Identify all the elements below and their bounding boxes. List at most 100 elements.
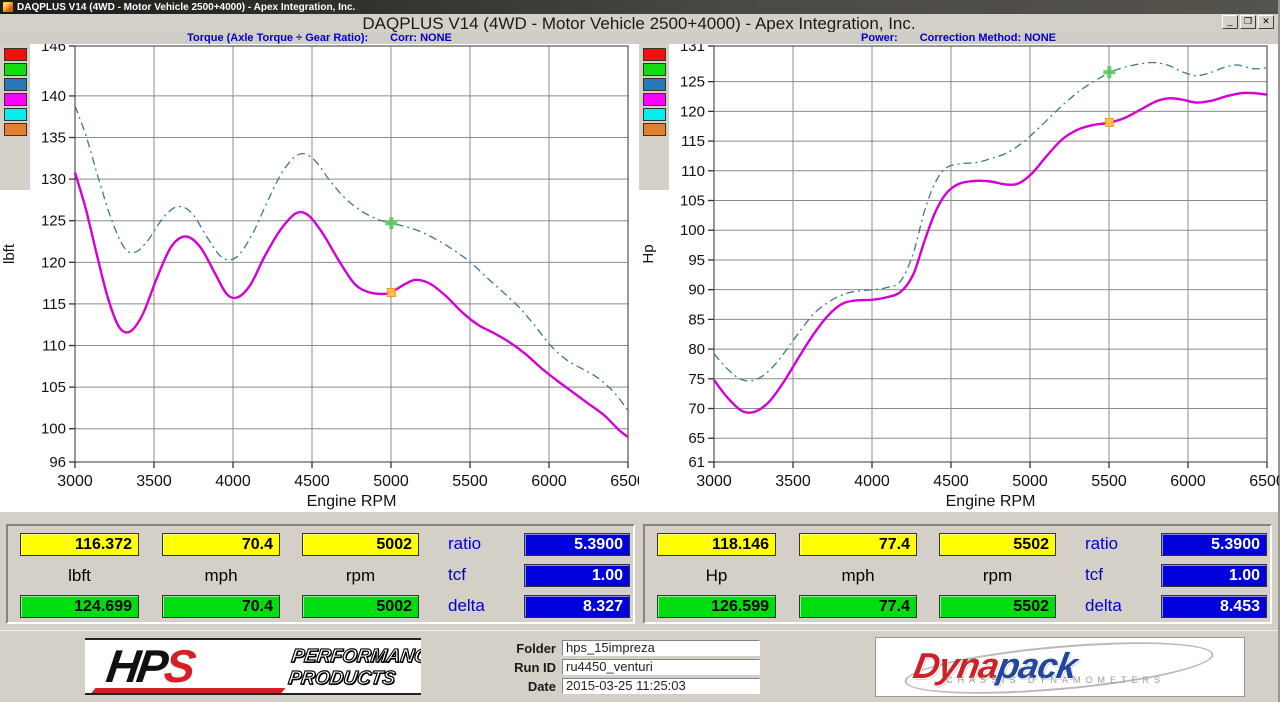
svg-text:100: 100 — [41, 421, 66, 438]
date-label: Date — [432, 679, 562, 694]
svg-text:5000: 5000 — [373, 473, 409, 490]
readout-panels-row: 116.372 70.4 5002 lbft mph rpm 124.699 7… — [0, 512, 1278, 630]
delta-value-box: 8.453 — [1161, 595, 1267, 618]
svg-text:140: 140 — [41, 88, 66, 105]
svg-text:80: 80 — [688, 341, 705, 358]
svg-text:lbft: lbft — [1, 243, 18, 264]
footer: HPS PERFORMANCE PRODUCTS Folder hps_15im… — [0, 630, 1278, 702]
delta-label: delta — [1085, 595, 1155, 617]
dynapack-tagline: CHASSIS DYNAMOMETERS — [946, 675, 1165, 685]
mph-unit-label: mph — [162, 566, 280, 586]
close-button[interactable]: ✕ — [1258, 15, 1274, 29]
svg-text:4500: 4500 — [294, 473, 330, 490]
svg-text:70: 70 — [688, 401, 705, 418]
svg-text:125: 125 — [680, 74, 705, 91]
hps-tagline: PERFORMANCE PRODUCTS — [287, 646, 421, 690]
maximize-button[interactable]: ❐ — [1240, 15, 1256, 29]
run-info-fields: Folder hps_15impreza Run ID ru4450_ventu… — [432, 640, 772, 697]
svg-text:3000: 3000 — [696, 473, 732, 490]
power-reference-rpm-box: 5502 — [939, 595, 1056, 618]
torque-readout-panel: 116.372 70.4 5002 lbft mph rpm 124.699 7… — [6, 524, 635, 624]
svg-text:3500: 3500 — [136, 473, 172, 490]
tcf-label: tcf — [1085, 564, 1155, 586]
svg-text:4500: 4500 — [933, 473, 969, 490]
ratio-label: ratio — [448, 533, 518, 555]
svg-text:Engine RPM: Engine RPM — [946, 493, 1036, 510]
power-current-mph-box: 77.4 — [799, 533, 917, 556]
charts-row: Torque (Axle Torque ÷ Gear Ratio): Corr:… — [0, 32, 1278, 512]
svg-text:90: 90 — [688, 282, 705, 299]
svg-text:115: 115 — [681, 133, 705, 150]
torque-chart-plot[interactable]: 3000 3500 4000 4500 5000 5500 6000 6500 146 140 13… — [0, 44, 640, 512]
torque-chart-panel: Torque (Axle Torque ÷ Gear Ratio): Corr:… — [0, 32, 639, 512]
run-id-input[interactable]: ru4450_venturi — [562, 659, 760, 675]
power-readout-panel: 118.146 77.4 5502 Hp mph rpm 126.599 77.… — [643, 524, 1272, 624]
dynapack-logo: Dynapack CHASSIS DYNAMOMETERS — [875, 637, 1245, 697]
torque-header-label: Torque (Axle Torque ÷ Gear Ratio): — [187, 32, 368, 44]
power-reference-mph-box: 77.4 — [799, 595, 917, 618]
svg-text:4000: 4000 — [854, 473, 890, 490]
svg-text:146: 146 — [41, 44, 66, 55]
mph-unit-label: mph — [799, 566, 917, 586]
power-chart-content: 3000350040004500500055006000650013112512… — [639, 44, 1278, 512]
svg-text:Hp: Hp — [640, 244, 657, 263]
svg-text:75: 75 — [688, 371, 705, 388]
svg-text:96: 96 — [49, 454, 66, 471]
svg-text:85: 85 — [688, 311, 705, 328]
svg-text:65: 65 — [688, 430, 705, 447]
power-chart-plot[interactable]: 3000350040004500500055006000650013112512… — [639, 44, 1279, 512]
ratio-label: ratio — [1085, 533, 1155, 555]
svg-text:6500: 6500 — [610, 473, 640, 490]
svg-text:5500: 5500 — [1091, 473, 1127, 490]
folder-field-row: Folder hps_15impreza — [432, 640, 772, 656]
power-correction-label: Correction Method: NONE — [920, 32, 1056, 44]
tcf-label: tcf — [448, 564, 518, 586]
run-id-field-row: Run ID ru4450_venturi — [432, 659, 772, 675]
app-icon — [3, 2, 13, 12]
hps-swoosh — [90, 688, 285, 694]
ratio-value-box: 5.3900 — [524, 533, 630, 556]
svg-text:3000: 3000 — [57, 473, 93, 490]
tcf-value-box: 1.00 — [524, 564, 630, 587]
power-header-label: Power: — [861, 32, 898, 44]
svg-text:125: 125 — [41, 213, 66, 230]
svg-text:Engine RPM: Engine RPM — [307, 493, 397, 510]
folder-label: Folder — [432, 641, 562, 656]
torque-chart-header: Torque (Axle Torque ÷ Gear Ratio): Corr:… — [0, 32, 639, 44]
svg-text:5500: 5500 — [452, 473, 488, 490]
power-chart-header: Power: Correction Method: NONE — [639, 32, 1278, 44]
folder-input[interactable]: hps_15impreza — [562, 640, 760, 656]
svg-text:6000: 6000 — [1170, 473, 1206, 490]
tcf-value-box: 1.00 — [1161, 564, 1267, 587]
svg-text:135: 135 — [41, 130, 66, 147]
app-header: DAQPLUS V14 (4WD - Motor Vehicle 2500+40… — [0, 14, 1278, 32]
torque-chart-content: 3000 3500 4000 4500 5000 5500 6000 6500 146 140 13… — [0, 44, 639, 512]
torque-reference-mph-box: 70.4 — [162, 595, 280, 618]
ratio-value-box: 5.3900 — [1161, 533, 1267, 556]
delta-label: delta — [448, 595, 518, 617]
run-id-label: Run ID — [432, 660, 562, 675]
svg-text:95: 95 — [688, 252, 705, 269]
app-window: DAQPLUS V14 (4WD - Motor Vehicle 2500+40… — [0, 0, 1280, 702]
svg-text:6000: 6000 — [531, 473, 567, 490]
svg-text:131: 131 — [680, 44, 705, 55]
minimize-button[interactable]: _ — [1222, 15, 1238, 29]
rpm-unit-label: rpm — [302, 566, 419, 586]
date-input[interactable]: 2015-03-25 11:25:03 — [562, 678, 760, 694]
hps-hp-text: HP — [103, 640, 168, 692]
svg-text:120: 120 — [680, 103, 705, 120]
date-field-row: Date 2015-03-25 11:25:03 — [432, 678, 772, 694]
svg-text:130: 130 — [41, 171, 66, 188]
svg-text:105: 105 — [680, 193, 705, 210]
torque-reference-value-box: 124.699 — [20, 595, 139, 618]
svg-text:110: 110 — [681, 163, 705, 180]
titlebar: DAQPLUS V14 (4WD - Motor Vehicle 2500+40… — [0, 0, 1278, 14]
power-unit-label: Hp — [657, 566, 776, 586]
torque-reference-rpm-box: 5002 — [302, 595, 419, 618]
rpm-unit-label: rpm — [939, 566, 1056, 586]
svg-text:4000: 4000 — [215, 473, 251, 490]
hps-logo: HPS PERFORMANCE PRODUCTS — [85, 638, 421, 695]
svg-text:3500: 3500 — [775, 473, 811, 490]
torque-current-value-box: 116.372 — [20, 533, 139, 556]
torque-correction-label: Corr: NONE — [390, 32, 452, 44]
